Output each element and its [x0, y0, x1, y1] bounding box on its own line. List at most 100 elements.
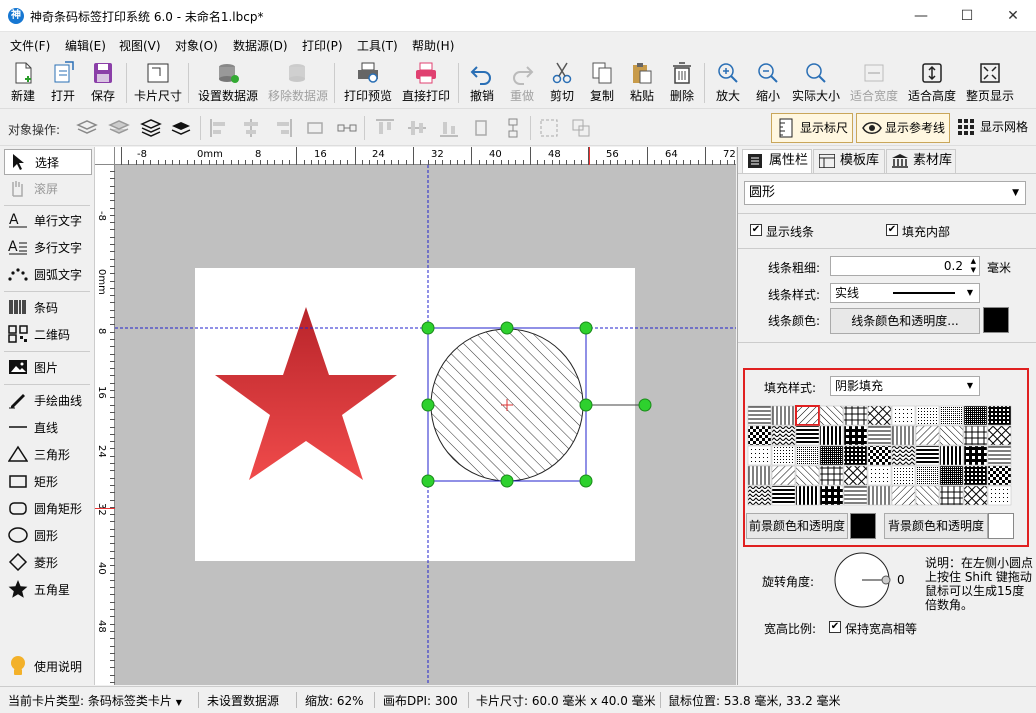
- background-color-button[interactable]: 背景颜色和透明度: [884, 513, 988, 539]
- fill-pattern-swatch[interactable]: [891, 445, 916, 466]
- line-style-select[interactable]: 实线 ▼: [830, 283, 980, 303]
- menu-tools[interactable]: 工具(T): [357, 37, 398, 54]
- fill-pattern-swatch[interactable]: [843, 485, 868, 506]
- background-color-swatch[interactable]: [988, 513, 1014, 539]
- fill-pattern-swatch[interactable]: [795, 425, 820, 446]
- distribute-h-icon[interactable]: [304, 117, 326, 139]
- copy-button[interactable]: 复制: [584, 59, 620, 107]
- fill-pattern-swatch[interactable]: [915, 425, 940, 446]
- fill-pattern-swatch[interactable]: [819, 445, 844, 466]
- fill-pattern-swatch[interactable]: [771, 405, 796, 426]
- card-size-button[interactable]: 卡片尺寸: [132, 59, 184, 107]
- resize-handle[interactable]: [421, 321, 435, 335]
- zoom-in-button[interactable]: 放大: [710, 59, 746, 107]
- tool-circle[interactable]: 圆形: [4, 523, 92, 549]
- layer-send-back-icon[interactable]: [108, 117, 130, 139]
- fill-pattern-swatch[interactable]: [843, 445, 868, 466]
- tool-image[interactable]: 图片: [4, 355, 92, 381]
- fill-pattern-swatch[interactable]: [819, 465, 844, 486]
- show-ruler-toggle[interactable]: 显示标尺: [771, 113, 853, 143]
- status-card-type[interactable]: 当前卡片类型: 条码标签类卡片 ▼: [8, 692, 182, 709]
- fill-pattern-swatch[interactable]: [795, 485, 820, 506]
- direct-print-button[interactable]: 直接打印: [400, 59, 452, 107]
- fill-pattern-swatch[interactable]: [939, 405, 964, 426]
- fill-pattern-swatch[interactable]: [939, 485, 964, 506]
- resize-handle[interactable]: [579, 398, 593, 412]
- layer-backward-icon[interactable]: [170, 117, 192, 139]
- fill-pattern-swatch[interactable]: [819, 425, 844, 446]
- foreground-color-button[interactable]: 前景颜色和透明度: [746, 513, 848, 539]
- same-width-icon[interactable]: [470, 117, 492, 139]
- fill-pattern-swatch[interactable]: [939, 445, 964, 466]
- fill-pattern-swatch[interactable]: [915, 465, 940, 486]
- fill-pattern-swatch[interactable]: [987, 445, 1012, 466]
- show-guides-toggle[interactable]: 显示参考线: [856, 113, 950, 143]
- fill-pattern-swatch[interactable]: [771, 445, 796, 466]
- fill-pattern-swatch[interactable]: [891, 425, 916, 446]
- fill-style-select[interactable]: 阴影填充 ▼: [830, 376, 980, 396]
- fill-pattern-swatch[interactable]: [987, 485, 1012, 506]
- object-type-select[interactable]: 圆形 ▼: [744, 181, 1026, 205]
- delete-button[interactable]: 删除: [664, 59, 700, 107]
- print-preview-button[interactable]: 打印预览: [342, 59, 394, 107]
- fill-pattern-swatch[interactable]: [747, 465, 772, 486]
- fill-pattern-swatch[interactable]: [891, 465, 916, 486]
- fill-pattern-swatch[interactable]: [747, 405, 772, 426]
- fill-pattern-swatch[interactable]: [939, 465, 964, 486]
- tab-materials[interactable]: 素材库: [886, 149, 956, 173]
- resize-handle[interactable]: [421, 398, 435, 412]
- distribute-v-icon[interactable]: [336, 117, 358, 139]
- group-icon[interactable]: [538, 117, 560, 139]
- fill-pattern-swatch[interactable]: [891, 485, 916, 506]
- layer-forward-icon[interactable]: [140, 117, 162, 139]
- line-width-spinner[interactable]: 0.2 ▲ ▼: [830, 256, 980, 276]
- fill-pattern-swatch[interactable]: [795, 465, 820, 486]
- fill-pattern-swatch[interactable]: [771, 465, 796, 486]
- fill-pattern-swatch[interactable]: [987, 465, 1012, 486]
- fill-pattern-swatch[interactable]: [843, 465, 868, 486]
- tool-qrcode[interactable]: 二维码: [4, 322, 92, 348]
- align-center-h-icon[interactable]: [240, 117, 262, 139]
- tool-star[interactable]: 五角星: [4, 577, 92, 603]
- fill-pattern-swatch[interactable]: [939, 425, 964, 446]
- fill-inside-checkbox[interactable]: ✔: [886, 224, 898, 236]
- foreground-color-swatch[interactable]: [850, 513, 876, 539]
- tool-rectangle[interactable]: 矩形: [4, 469, 92, 495]
- fill-pattern-swatch[interactable]: [867, 465, 892, 486]
- tool-arc-text[interactable]: 圆弧文字: [4, 262, 92, 288]
- design-canvas[interactable]: [115, 165, 736, 685]
- fill-pattern-swatch[interactable]: [963, 425, 988, 446]
- align-bottom-icon[interactable]: [438, 117, 460, 139]
- cut-button[interactable]: 剪切: [544, 59, 580, 107]
- fill-pattern-swatch[interactable]: [795, 445, 820, 466]
- fill-pattern-swatch[interactable]: [771, 485, 796, 506]
- redo-button[interactable]: 重做: [504, 59, 540, 107]
- fill-pattern-swatch[interactable]: [867, 405, 892, 426]
- align-middle-v-icon[interactable]: [406, 117, 428, 139]
- fill-pattern-swatch[interactable]: [819, 485, 844, 506]
- menu-file[interactable]: 文件(F): [10, 37, 50, 54]
- tool-multi-line-text[interactable]: A 多行文字: [4, 235, 92, 261]
- top-ruler[interactable]: -8 0mm 8 16 24 32 40 48 56 64 72: [115, 147, 736, 165]
- star-shape[interactable]: [215, 307, 397, 480]
- tool-scroll[interactable]: 滚屏: [4, 176, 92, 202]
- ungroup-icon[interactable]: [570, 117, 592, 139]
- fill-pattern-swatch[interactable]: [915, 485, 940, 506]
- tool-single-line-text[interactable]: A 单行文字: [4, 208, 92, 234]
- zoom-out-button[interactable]: 缩小: [750, 59, 786, 107]
- fill-pattern-swatch[interactable]: [867, 445, 892, 466]
- full-page-button[interactable]: 整页显示: [964, 59, 1016, 107]
- actual-size-button[interactable]: 实际大小: [790, 59, 842, 107]
- fill-pattern-swatch[interactable]: [843, 425, 868, 446]
- fill-pattern-swatch[interactable]: [843, 405, 868, 426]
- align-left-icon[interactable]: [208, 117, 230, 139]
- tool-rounded-rectangle[interactable]: 圆角矩形: [4, 496, 92, 522]
- open-button[interactable]: 打开: [44, 59, 82, 107]
- show-grid-toggle[interactable]: 显示网格: [954, 113, 1034, 143]
- set-datasource-button[interactable]: 设置数据源: [196, 59, 260, 107]
- undo-button[interactable]: 撤销: [464, 59, 500, 107]
- menu-edit[interactable]: 编辑(E): [65, 37, 106, 54]
- new-button[interactable]: 新建: [4, 59, 42, 107]
- resize-handle[interactable]: [500, 321, 514, 335]
- left-ruler[interactable]: -8 0mm 8 16 24 32 40 48: [95, 165, 115, 685]
